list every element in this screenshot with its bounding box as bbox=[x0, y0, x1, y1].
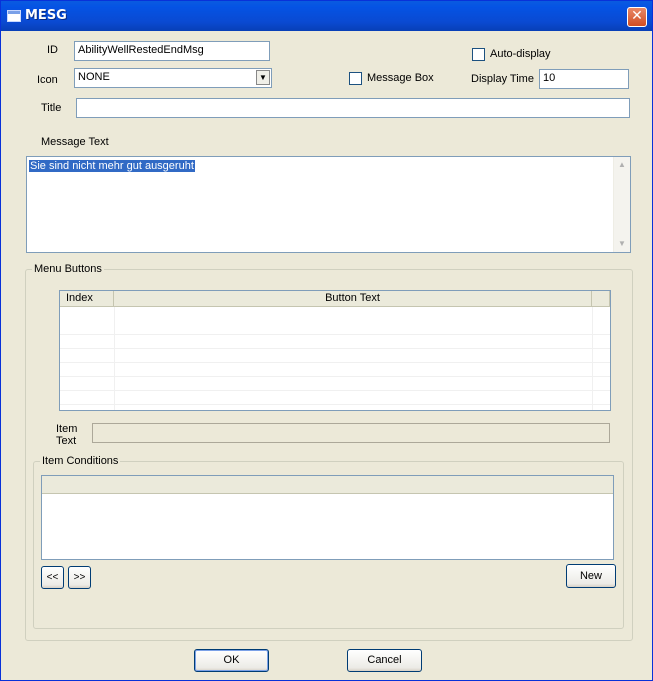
prev-condition-button[interactable]: << bbox=[41, 566, 64, 589]
message-box-checkbox[interactable] bbox=[349, 72, 362, 85]
scroll-down-icon[interactable]: ▼ bbox=[615, 237, 629, 251]
message-text-label: Message Text bbox=[41, 136, 109, 148]
list-row[interactable] bbox=[60, 391, 610, 405]
auto-display-checkbox[interactable] bbox=[472, 48, 485, 61]
message-box-label: Message Box bbox=[367, 72, 434, 84]
mesg-dialog: MESG ✕ ID AbilityWellRestedEndMsg Auto-d… bbox=[0, 0, 653, 681]
chevron-down-icon[interactable]: ▼ bbox=[256, 70, 270, 85]
item-conditions-list[interactable] bbox=[41, 475, 614, 560]
list-row[interactable] bbox=[60, 377, 610, 391]
item-text-label-line1: Item bbox=[56, 423, 78, 435]
title-input[interactable] bbox=[76, 98, 630, 118]
item-text-label-line2: Text bbox=[56, 435, 77, 447]
new-condition-button[interactable]: New bbox=[566, 564, 616, 588]
ok-button[interactable]: OK bbox=[194, 649, 269, 672]
column-separator bbox=[114, 307, 115, 410]
next-condition-button[interactable]: >> bbox=[68, 566, 91, 589]
cancel-button[interactable]: Cancel bbox=[347, 649, 422, 672]
list-row[interactable] bbox=[60, 349, 610, 363]
icon-select-value: NONE bbox=[78, 71, 110, 83]
close-button[interactable]: ✕ bbox=[627, 7, 647, 27]
display-time-label: Display Time bbox=[471, 73, 534, 85]
message-text-selection: Sie sind nicht mehr gut ausgeruht bbox=[29, 160, 195, 172]
list-row[interactable] bbox=[60, 321, 610, 335]
title-label: Title bbox=[41, 102, 62, 114]
scroll-up-icon[interactable]: ▲ bbox=[615, 158, 629, 172]
close-icon: ✕ bbox=[631, 8, 643, 24]
conditions-header bbox=[42, 476, 613, 494]
column-header-index[interactable]: Index bbox=[60, 291, 114, 307]
window-icon bbox=[7, 10, 21, 22]
item-text-input[interactable] bbox=[92, 423, 610, 443]
id-label: ID bbox=[47, 44, 58, 56]
icon-label: Icon bbox=[37, 74, 58, 86]
column-header-button-text[interactable]: Button Text bbox=[114, 291, 592, 307]
id-input[interactable]: AbilityWellRestedEndMsg bbox=[74, 41, 270, 61]
message-scrollbar[interactable]: ▲ ▼ bbox=[613, 157, 630, 252]
icon-select[interactable]: NONE ▼ bbox=[74, 68, 272, 88]
menu-buttons-legend: Menu Buttons bbox=[32, 263, 104, 275]
auto-display-label: Auto-display bbox=[490, 48, 551, 60]
column-header-spacer bbox=[592, 291, 610, 307]
message-text-area[interactable]: Sie sind nicht mehr gut ausgeruht ▲ ▼ bbox=[26, 156, 631, 253]
list-row[interactable] bbox=[60, 363, 610, 377]
display-time-input[interactable]: 10 bbox=[539, 69, 629, 89]
column-separator bbox=[592, 307, 593, 410]
menu-buttons-list[interactable]: Index Button Text bbox=[59, 290, 611, 411]
title-bar[interactable]: MESG ✕ bbox=[1, 1, 652, 31]
list-row[interactable] bbox=[60, 335, 610, 349]
item-conditions-legend: Item Conditions bbox=[40, 455, 121, 467]
window-title: MESG bbox=[25, 8, 67, 23]
